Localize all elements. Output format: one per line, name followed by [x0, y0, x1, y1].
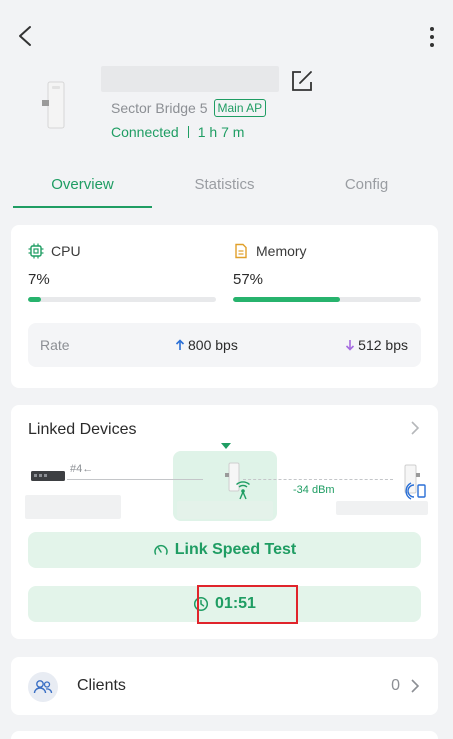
more-vertical-icon — [430, 27, 434, 47]
edit-name-button[interactable] — [289, 68, 315, 94]
memory-value: 57% — [233, 271, 264, 288]
tab-bar: Overview Statistics Config — [0, 166, 453, 208]
wired-link-line — [67, 479, 203, 480]
device-model: Sector Bridge 5 — [111, 100, 208, 116]
topology-view: #4← -34 dBm — [11, 443, 438, 525]
status-row: Connected 1 h 7 m — [111, 124, 244, 140]
tab-overview[interactable]: Overview — [13, 176, 152, 193]
top-bar — [0, 0, 453, 70]
clients-count: 0 — [391, 677, 400, 694]
memory-icon — [235, 243, 247, 259]
tab-config[interactable]: Config — [298, 176, 435, 193]
back-button[interactable] — [12, 22, 40, 50]
device-name-redacted — [101, 66, 279, 92]
chevron-right-icon — [411, 421, 420, 435]
rate-label: Rate — [40, 337, 70, 353]
link-speed-test-label: Link Speed Test — [174, 541, 297, 558]
arrow-down-icon — [346, 340, 355, 351]
timer-highlight-box — [197, 585, 298, 624]
signal-strength: -34 dBm — [293, 484, 335, 496]
speed-test-timer-button[interactable]: 01:51 — [28, 585, 421, 624]
port-label: #4← — [70, 463, 94, 475]
chevron-right-icon — [411, 679, 420, 693]
uplink-name-redacted — [25, 495, 121, 519]
link-speed-test-button[interactable]: Link Speed Test — [28, 532, 421, 568]
memory-label: Memory — [256, 243, 307, 259]
more-options-button[interactable] — [425, 24, 439, 50]
status-separator — [187, 126, 189, 138]
role-badge: Main AP — [213, 99, 267, 117]
cpu-icon — [28, 243, 44, 259]
current-name-redacted — [177, 501, 273, 519]
switch-device-icon[interactable] — [31, 470, 65, 482]
back-arrow-icon — [19, 26, 31, 46]
edit-icon — [292, 71, 312, 91]
next-card-partial — [11, 731, 438, 739]
rate-download: 512 bps — [345, 337, 408, 353]
linked-devices-card: Linked Devices #4← -34 dBm Link Speed Te… — [11, 405, 438, 639]
speedometer-icon — [154, 544, 168, 555]
memory-progress-fill — [233, 297, 341, 302]
cpu-value: 7% — [28, 271, 50, 288]
memory-label-row: Memory — [233, 243, 307, 259]
uptime: 1 h 7 m — [197, 124, 245, 140]
current-ap-icon[interactable] — [213, 461, 253, 501]
remote-ap-icon[interactable] — [391, 461, 433, 501]
device-model-row: Sector Bridge 5 Main AP — [111, 99, 267, 117]
pointer-down-icon — [221, 443, 231, 449]
memory-progress-bar — [233, 297, 421, 302]
clients-icon-wrap — [28, 672, 58, 702]
rate-upload: 800 bps — [175, 337, 238, 353]
rate-upload-value: 800 bps — [188, 337, 238, 353]
connection-status: Connected — [111, 124, 179, 140]
clients-icon — [33, 680, 53, 694]
clients-row[interactable]: Clients 0 — [11, 657, 438, 715]
cpu-label: CPU — [51, 243, 81, 259]
rate-box: Rate 800 bps 512 bps — [28, 323, 421, 367]
cpu-progress-fill — [28, 297, 42, 302]
tab-statistics[interactable]: Statistics — [156, 176, 293, 193]
active-tab-indicator — [13, 206, 152, 208]
clients-chevron — [408, 677, 422, 695]
cpu-label-row: CPU — [28, 243, 81, 259]
access-point-device-icon — [42, 81, 65, 129]
linked-devices-title[interactable]: Linked Devices — [28, 421, 137, 439]
clients-label: Clients — [77, 677, 126, 694]
resources-card: CPU 7% Memory 57% Rate 800 bps 512 bps — [11, 225, 438, 388]
wireless-link-line — [243, 479, 393, 480]
rate-download-value: 512 bps — [358, 337, 408, 353]
linked-devices-chevron[interactable] — [408, 419, 422, 437]
device-image — [36, 80, 72, 132]
arrow-up-icon — [175, 339, 185, 350]
cpu-progress-bar — [28, 297, 216, 302]
remote-name-redacted — [336, 501, 428, 515]
